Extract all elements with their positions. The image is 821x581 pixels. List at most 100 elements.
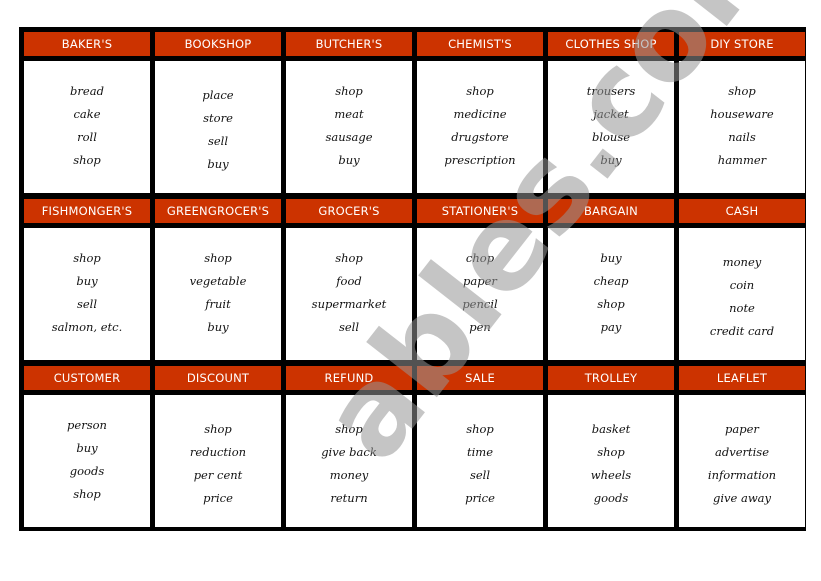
card-word: shop	[73, 153, 101, 167]
card-word: prescription	[444, 153, 516, 167]
card-word: supermarket	[311, 297, 387, 311]
card-word: price	[203, 491, 233, 505]
card-discount: DISCOUNT shop reduction per cent price	[155, 366, 281, 528]
card-word: time	[466, 445, 493, 459]
card-word: nails	[728, 130, 756, 144]
card-word: advertise	[714, 445, 770, 459]
card-word: shop	[204, 251, 232, 265]
card-word-list: chop paper pencil pen	[417, 228, 543, 360]
card-title: STATIONER'S	[417, 199, 543, 223]
card-word-list: shop houseware nails hammer	[679, 61, 805, 193]
card-title: BUTCHER'S	[286, 32, 412, 56]
card-word: trousers	[586, 84, 636, 98]
card-word-list: shop medicine drugstore prescription	[417, 61, 543, 193]
card-word: coin	[729, 278, 755, 292]
card-title: DIY STORE	[679, 32, 805, 56]
card-word-list: place store sell buy	[155, 61, 281, 193]
card-word: buy	[207, 157, 229, 171]
card-word: store	[203, 111, 233, 125]
card-word: goods	[69, 464, 105, 478]
card-title: CHEMIST'S	[417, 32, 543, 56]
card-word: blouse	[591, 130, 631, 144]
card-word: shop	[73, 251, 101, 265]
card-word: shop	[597, 445, 625, 459]
card-word-list: shop give back money return	[286, 395, 412, 527]
card-word: vegetable	[189, 274, 247, 288]
card-title: CASH	[679, 199, 805, 223]
card-word: food	[336, 274, 362, 288]
card-bargain: BARGAIN buy cheap shop pay	[548, 199, 674, 361]
card-word: buy	[76, 441, 98, 455]
card-word: per cent	[193, 468, 243, 482]
card-word: wheels	[590, 468, 632, 482]
card-bookshop: BOOKSHOP place store sell buy	[155, 32, 281, 194]
card-title: BARGAIN	[548, 199, 674, 223]
card-title: LEAFLET	[679, 366, 805, 390]
card-title: DISCOUNT	[155, 366, 281, 390]
card-word: shop	[466, 422, 494, 436]
card-word: information	[707, 468, 777, 482]
card-refund: REFUND shop give back money return	[286, 366, 412, 528]
card-title: TROLLEY	[548, 366, 674, 390]
card-title: BAKER'S	[24, 32, 150, 56]
card-word: give away	[712, 491, 772, 505]
card-word: basket	[591, 422, 631, 436]
card-word-list: person buy goods shop	[24, 395, 150, 527]
card-title: SALE	[417, 366, 543, 390]
card-grocers: GROCER'S shop food supermarket sell	[286, 199, 412, 361]
card-word: money	[722, 255, 762, 269]
card-butchers: BUTCHER'S shop meat sausage buy	[286, 32, 412, 194]
card-word-list: shop food supermarket sell	[286, 228, 412, 360]
card-word: shop	[204, 422, 232, 436]
card-leaflet: LEAFLET paper advertise information give…	[679, 366, 805, 528]
card-word: meat	[334, 107, 364, 121]
card-greengrocers: GREENGROCER'S shop vegetable fruit buy	[155, 199, 281, 361]
card-word: roll	[77, 130, 97, 144]
card-word-list: shop meat sausage buy	[286, 61, 412, 193]
card-title: REFUND	[286, 366, 412, 390]
card-word: money	[329, 468, 369, 482]
card-word: shop	[335, 422, 363, 436]
card-word: cake	[73, 107, 101, 121]
card-word: return	[330, 491, 368, 505]
card-trolley: TROLLEY basket shop wheels goods	[548, 366, 674, 528]
card-word: buy	[76, 274, 98, 288]
card-word: price	[465, 491, 495, 505]
card-word-list: shop buy sell salmon, etc.	[24, 228, 150, 360]
card-word-list: bread cake roll shop	[24, 61, 150, 193]
card-word: sell	[76, 297, 98, 311]
card-word: buy	[600, 153, 622, 167]
card-word: goods	[593, 491, 629, 505]
card-word: pencil	[462, 297, 498, 311]
card-word-list: money coin note credit card	[679, 228, 805, 360]
card-word: shop	[335, 251, 363, 265]
card-word-list: shop vegetable fruit buy	[155, 228, 281, 360]
card-word: shop	[597, 297, 625, 311]
card-word: paper	[725, 422, 759, 436]
card-word-list: buy cheap shop pay	[548, 228, 674, 360]
card-word: drugstore	[451, 130, 509, 144]
card-word: hammer	[717, 153, 767, 167]
card-word: sausage	[325, 130, 373, 144]
card-word: shop	[728, 84, 756, 98]
card-word: give back	[321, 445, 377, 459]
card-word: sell	[338, 320, 360, 334]
card-title: CLOTHES SHOP	[548, 32, 674, 56]
card-word: credit card	[709, 324, 775, 338]
card-word-list: paper advertise information give away	[679, 395, 805, 527]
card-word: pen	[469, 320, 491, 334]
card-word: sell	[207, 134, 229, 148]
card-chemists: CHEMIST'S shop medicine drugstore prescr…	[417, 32, 543, 194]
card-word: reduction	[189, 445, 247, 459]
card-bakers: BAKER'S bread cake roll shop	[24, 32, 150, 194]
card-grid: BAKER'S bread cake roll shop BOOKSHOP pl…	[24, 32, 805, 528]
card-word-list: shop reduction per cent price	[155, 395, 281, 527]
card-customer: CUSTOMER person buy goods shop	[24, 366, 150, 528]
card-title: GREENGROCER'S	[155, 199, 281, 223]
card-sale: SALE shop time sell price	[417, 366, 543, 528]
card-word: person	[67, 418, 107, 432]
card-word: place	[202, 88, 234, 102]
card-title: BOOKSHOP	[155, 32, 281, 56]
card-word: cheap	[593, 274, 629, 288]
card-word: houseware	[710, 107, 774, 121]
